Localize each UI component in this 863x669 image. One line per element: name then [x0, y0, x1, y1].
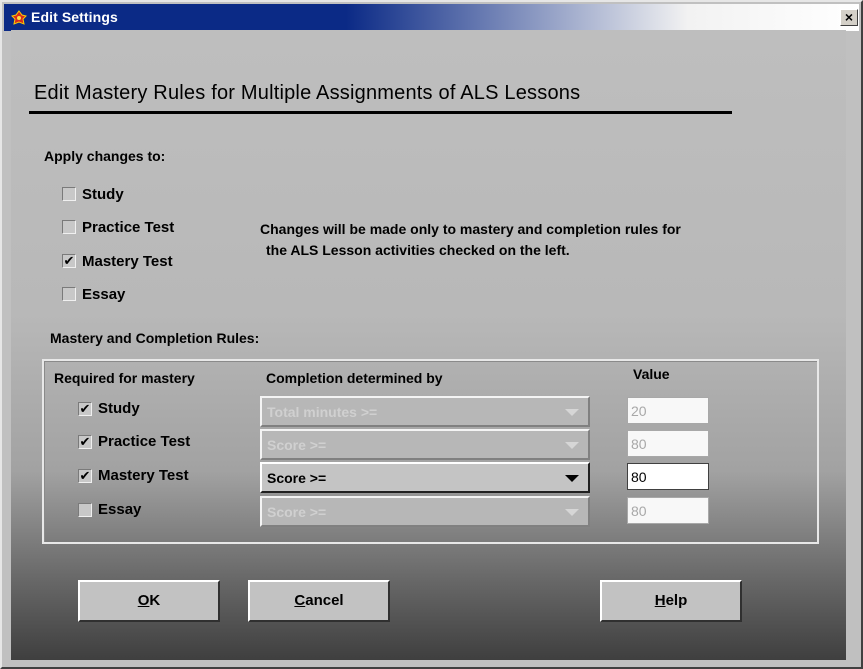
- ok-label-rest: K: [149, 592, 161, 609]
- help-button[interactable]: Help: [600, 580, 742, 622]
- value-field-study[interactable]: 20: [627, 397, 709, 424]
- app-icon: [11, 10, 27, 25]
- dropdown-arrow-icon: [565, 409, 579, 416]
- ok-button[interactable]: OK: [78, 580, 220, 622]
- completion-select-value: Total minutes >=: [267, 404, 378, 420]
- check-icon: ✔: [63, 253, 75, 268]
- title-underline: [29, 111, 732, 114]
- column-header-value: Value: [633, 366, 670, 382]
- apply-practice-test-label[interactable]: Practice Test: [82, 219, 174, 236]
- check-icon: ✔: [79, 468, 91, 483]
- value-field-essay[interactable]: 80: [627, 497, 709, 524]
- apply-essay-checkbox[interactable]: [62, 287, 76, 301]
- apply-study-checkbox[interactable]: [62, 187, 76, 201]
- window-title: Edit Settings: [31, 9, 118, 25]
- required-mastery-test-label[interactable]: Mastery Test: [98, 467, 189, 484]
- required-study-checkbox[interactable]: ✔: [78, 402, 92, 416]
- value-field-mastery-test[interactable]: 80: [627, 463, 709, 490]
- value-field-practice-test[interactable]: 80: [627, 430, 709, 457]
- close-icon: ×: [844, 9, 854, 25]
- column-header-required: Required for mastery: [54, 370, 195, 386]
- info-text-line1: Changes will be made only to mastery and…: [260, 221, 681, 237]
- completion-select-mastery-test[interactable]: Score >=: [260, 462, 590, 493]
- check-icon: ✔: [79, 401, 91, 416]
- completion-select-practice-test[interactable]: Score >=: [260, 429, 590, 460]
- apply-mastery-test-label[interactable]: Mastery Test: [82, 253, 173, 270]
- required-essay-checkbox[interactable]: [78, 503, 92, 517]
- completion-select-value: Score >=: [267, 470, 327, 486]
- ok-mnemonic: O: [137, 592, 150, 609]
- cancel-label-rest: ancel: [305, 592, 344, 609]
- dropdown-arrow-icon: [565, 442, 579, 449]
- help-mnemonic: H: [654, 592, 666, 609]
- close-button[interactable]: ×: [840, 9, 858, 26]
- apply-mastery-test-checkbox[interactable]: ✔: [62, 254, 76, 268]
- help-label-rest: elp: [665, 592, 688, 609]
- completion-select-value: Score >=: [267, 504, 327, 520]
- apply-practice-test-checkbox[interactable]: [62, 220, 76, 234]
- required-mastery-test-checkbox[interactable]: ✔: [78, 469, 92, 483]
- cancel-mnemonic: C: [294, 592, 306, 609]
- apply-study-label[interactable]: Study: [82, 186, 124, 203]
- check-icon: ✔: [79, 434, 91, 449]
- column-header-completion: Completion determined by: [266, 370, 443, 386]
- required-practice-test-label[interactable]: Practice Test: [98, 433, 190, 450]
- info-text-line2: the ALS Lesson activities checked on the…: [266, 242, 570, 258]
- completion-select-study[interactable]: Total minutes >=: [260, 396, 590, 427]
- dropdown-arrow-icon: [565, 509, 579, 516]
- required-practice-test-checkbox[interactable]: ✔: [78, 435, 92, 449]
- required-essay-label[interactable]: Essay: [98, 501, 141, 518]
- apply-essay-label[interactable]: Essay: [82, 286, 125, 303]
- completion-select-value: Score >=: [267, 437, 327, 453]
- cancel-button[interactable]: Cancel: [248, 580, 390, 622]
- rules-section-label: Mastery and Completion Rules:: [50, 330, 260, 346]
- required-study-label[interactable]: Study: [98, 400, 140, 417]
- page-title: Edit Mastery Rules for Multiple Assignme…: [34, 82, 581, 104]
- title-bar[interactable]: Edit Settings ×: [4, 4, 859, 31]
- dropdown-arrow-icon: [565, 475, 579, 482]
- completion-select-essay[interactable]: Score >=: [260, 496, 590, 527]
- apply-changes-label: Apply changes to:: [44, 148, 166, 164]
